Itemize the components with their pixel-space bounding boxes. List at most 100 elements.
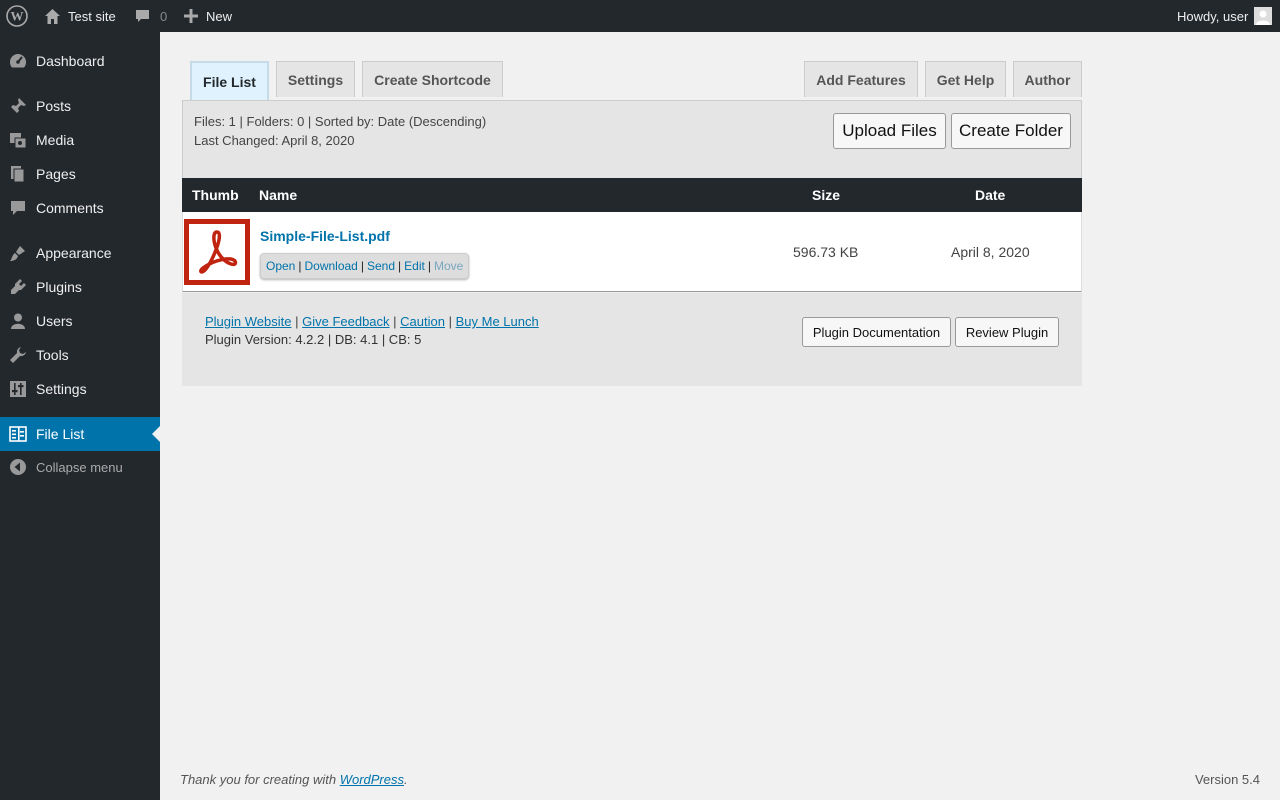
collapse-menu-label: Collapse menu bbox=[36, 460, 123, 475]
sliders-icon bbox=[10, 381, 26, 397]
sidebar-item-label: Media bbox=[36, 132, 75, 148]
sidebar-item-plugins[interactable]: Plugins bbox=[0, 270, 160, 304]
table-header: Thumb Name Size Date bbox=[182, 178, 1082, 212]
review-plugin-button[interactable]: Review Plugin bbox=[955, 317, 1059, 347]
column-header-name[interactable]: Name bbox=[259, 187, 297, 203]
separator: | bbox=[427, 259, 431, 273]
sidebar-item-label: Tools bbox=[36, 347, 69, 363]
tab-file-list[interactable]: File List bbox=[190, 61, 269, 100]
column-header-date[interactable]: Date bbox=[975, 187, 1005, 203]
sidebar-item-label: Pages bbox=[36, 166, 76, 182]
edit-link[interactable]: Edit bbox=[404, 259, 425, 273]
admin-sidebar: Dashboard Posts Media Pages Comments App… bbox=[0, 32, 160, 800]
comment-icon bbox=[136, 9, 149, 22]
move-link[interactable]: Move bbox=[434, 259, 463, 273]
file-list-icon bbox=[9, 426, 27, 442]
sidebar-item-label: Comments bbox=[36, 200, 104, 216]
home-icon bbox=[45, 8, 60, 24]
sidebar-item-label: Users bbox=[36, 313, 73, 329]
download-link[interactable]: Download bbox=[304, 259, 357, 273]
wrench-icon bbox=[10, 347, 26, 363]
user-icon bbox=[11, 313, 25, 329]
separator: | bbox=[448, 314, 456, 329]
separator: | bbox=[398, 259, 402, 273]
caution-link[interactable]: Caution bbox=[400, 314, 445, 329]
file-list-header-panel: Files: 1 | Folders: 0 | Sorted by: Date … bbox=[182, 100, 1082, 178]
collapse-arrow-icon bbox=[10, 459, 26, 475]
file-thumbnail[interactable] bbox=[184, 219, 250, 285]
sidebar-item-pages[interactable]: Pages bbox=[0, 157, 160, 191]
tab-get-help[interactable]: Get Help bbox=[925, 61, 1006, 97]
admin-bar: W Test site 0 New Howdy, user bbox=[0, 0, 1280, 32]
pdf-icon bbox=[199, 230, 238, 274]
site-name: Test site bbox=[68, 8, 116, 24]
buy-me-lunch-link[interactable]: Buy Me Lunch bbox=[456, 314, 539, 329]
comment-icon bbox=[11, 201, 25, 215]
pin-icon bbox=[10, 98, 26, 114]
wordpress-link[interactable]: WordPress bbox=[340, 772, 404, 787]
plugin-links: Plugin Website | Give Feedback | Caution… bbox=[205, 314, 539, 329]
sidebar-item-tools[interactable]: Tools bbox=[0, 338, 160, 372]
sidebar-item-label: Posts bbox=[36, 98, 72, 114]
tab-add-features[interactable]: Add Features bbox=[804, 61, 918, 97]
tab-create-shortcode[interactable]: Create Shortcode bbox=[362, 61, 503, 97]
sidebar-item-label: Dashboard bbox=[36, 53, 105, 69]
tab-settings[interactable]: Settings bbox=[276, 61, 355, 97]
collapse-menu-button[interactable]: Collapse menu bbox=[0, 450, 160, 484]
footer-thanks-prefix: Thank you for creating with bbox=[180, 772, 340, 787]
pages-icon bbox=[11, 166, 25, 183]
plugin-documentation-button[interactable]: Plugin Documentation bbox=[802, 317, 951, 347]
column-header-thumb[interactable]: Thumb bbox=[192, 187, 239, 203]
footer-thanks-suffix: . bbox=[404, 772, 408, 787]
sidebar-item-label: Appearance bbox=[36, 245, 112, 261]
wordpress-logo-icon[interactable]: W bbox=[6, 0, 28, 32]
plugin-info-panel: Plugin Website | Give Feedback | Caution… bbox=[182, 293, 1082, 386]
media-icon bbox=[10, 133, 27, 149]
greeting-text: Howdy, user bbox=[1177, 8, 1249, 24]
plugin-website-link[interactable]: Plugin Website bbox=[205, 314, 291, 329]
new-label: New bbox=[206, 8, 233, 24]
sidebar-item-comments[interactable]: Comments bbox=[0, 191, 160, 225]
site-home-link[interactable]: Test site bbox=[44, 0, 116, 32]
wordpress-version: Version 5.4 bbox=[1194, 772, 1260, 787]
separator: | bbox=[298, 259, 302, 273]
sidebar-item-media[interactable]: Media bbox=[0, 123, 160, 157]
last-changed: Last Changed: April 8, 2020 bbox=[194, 133, 355, 148]
footer-thanks: Thank you for creating with WordPress. bbox=[180, 772, 408, 787]
sidebar-item-dashboard[interactable]: Dashboard bbox=[0, 44, 160, 78]
brush-icon bbox=[10, 246, 25, 261]
column-header-size[interactable]: Size bbox=[812, 187, 840, 203]
sidebar-item-label: Settings bbox=[36, 381, 87, 397]
open-link[interactable]: Open bbox=[266, 259, 295, 273]
file-date: April 8, 2020 bbox=[951, 244, 1030, 260]
comment-count: 0 bbox=[160, 8, 168, 24]
new-content-link[interactable]: New bbox=[184, 0, 232, 32]
create-folder-button[interactable]: Create Folder bbox=[951, 113, 1071, 149]
upload-files-button[interactable]: Upload Files bbox=[833, 113, 946, 149]
avatar bbox=[1254, 7, 1273, 25]
give-feedback-link[interactable]: Give Feedback bbox=[302, 314, 389, 329]
plugin-version-info: Plugin Version: 4.2.2 | DB: 4.1 | CB: 5 bbox=[205, 332, 422, 347]
sidebar-item-users[interactable]: Users bbox=[0, 304, 160, 338]
tab-author[interactable]: Author bbox=[1013, 61, 1082, 97]
file-name-link[interactable]: Simple-File-List.pdf bbox=[260, 228, 390, 244]
file-actions: Open | Download | Send | Edit | Move bbox=[260, 253, 470, 279]
sidebar-item-settings[interactable]: Settings bbox=[0, 372, 160, 406]
separator: | bbox=[360, 259, 364, 273]
sidebar-item-label: File List bbox=[36, 426, 85, 442]
sidebar-item-label: Plugins bbox=[36, 279, 82, 295]
sidebar-item-file-list[interactable]: File List bbox=[0, 417, 160, 451]
svg-text:W: W bbox=[11, 9, 24, 24]
plus-icon bbox=[184, 9, 198, 23]
table-row: Simple-File-List.pdf Open | Download | S… bbox=[182, 212, 1082, 292]
plug-icon bbox=[11, 279, 26, 294]
list-summary: Files: 1 | Folders: 0 | Sorted by: Date … bbox=[194, 114, 487, 129]
file-size: 596.73 KB bbox=[793, 244, 859, 260]
account-menu[interactable]: Howdy, user bbox=[1177, 0, 1273, 32]
dashboard-icon bbox=[9, 54, 27, 68]
file-table: Thumb Name Size Date Simple-File-List.pd… bbox=[182, 178, 1082, 292]
sidebar-item-appearance[interactable]: Appearance bbox=[0, 236, 160, 270]
comments-link[interactable]: 0 bbox=[135, 0, 167, 32]
sidebar-item-posts[interactable]: Posts bbox=[0, 89, 160, 123]
send-link[interactable]: Send bbox=[367, 259, 395, 273]
